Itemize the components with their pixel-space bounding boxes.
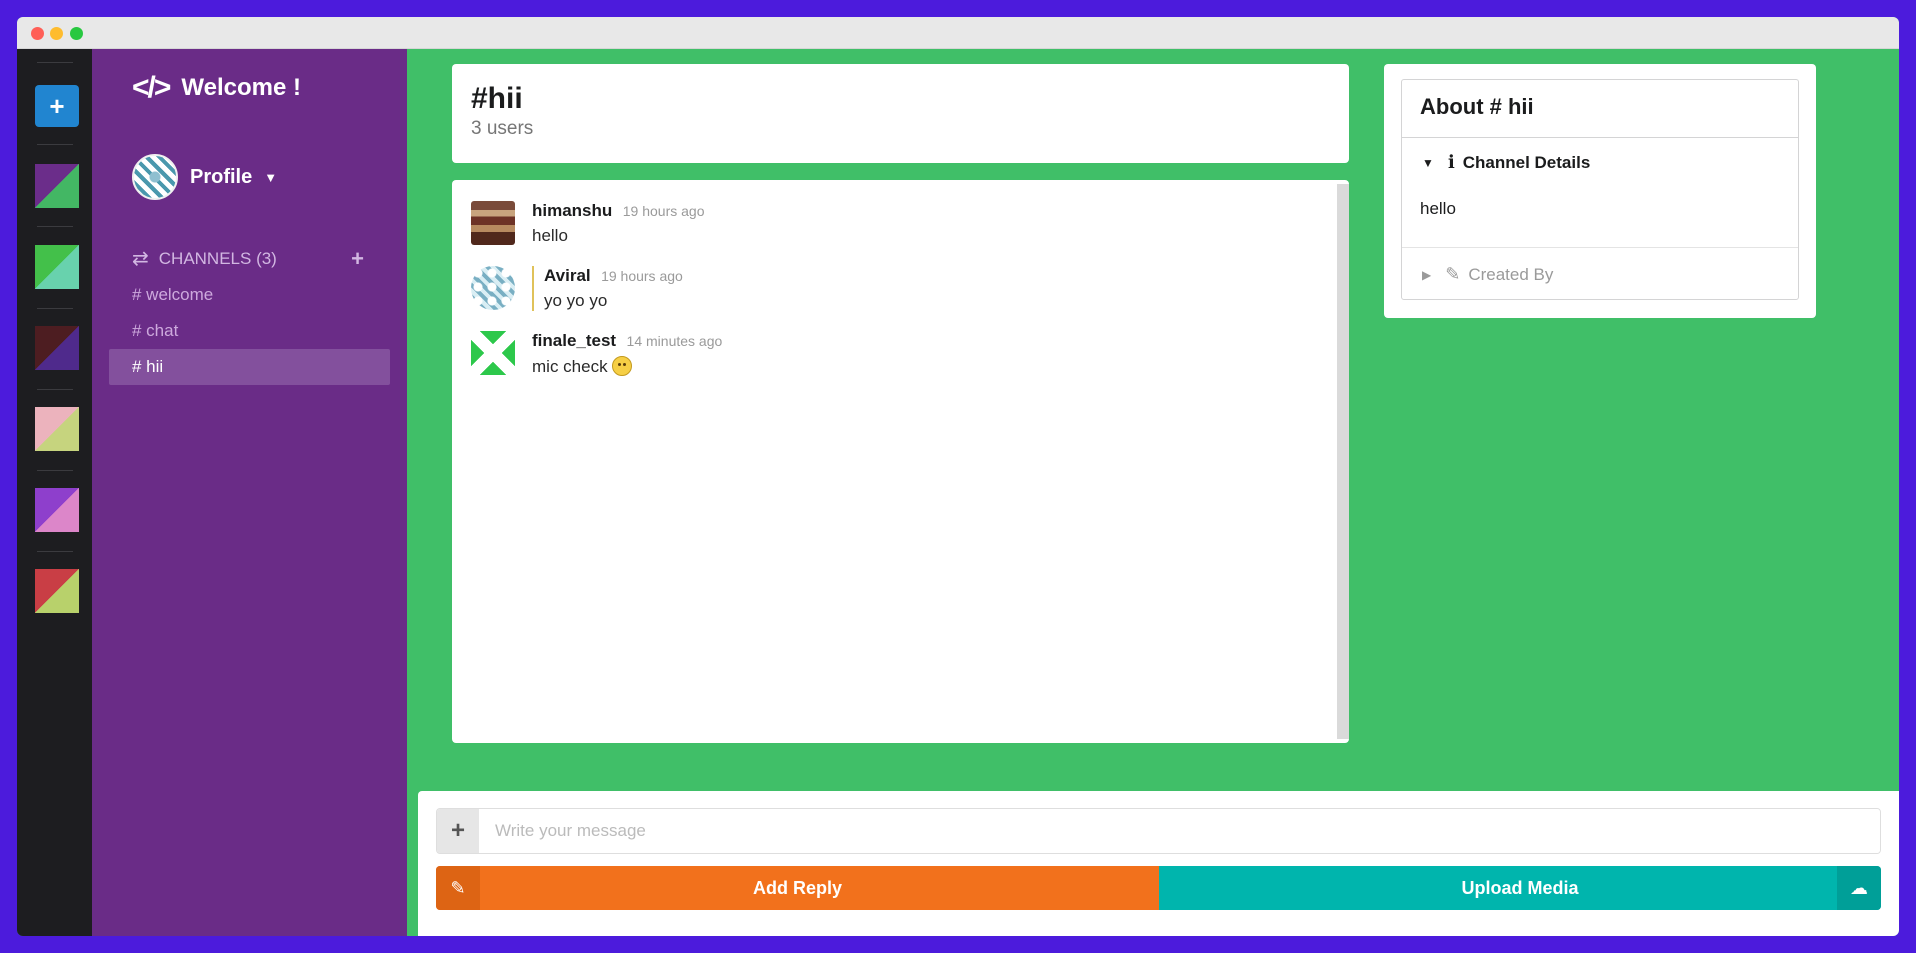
- message-item: Aviral 19 hours ago yo yo yo: [471, 266, 683, 311]
- channel-item-welcome[interactable]: # welcome: [109, 277, 390, 313]
- message-input[interactable]: [479, 809, 1880, 853]
- maximize-window-button[interactable]: [70, 27, 83, 40]
- message-body: himanshu 19 hours ago hello: [532, 201, 704, 246]
- title-bar: [17, 17, 1899, 49]
- message-text: hello: [532, 226, 568, 245]
- caret-down-icon: ▼: [264, 169, 278, 185]
- channel-item-hii[interactable]: # hii: [109, 349, 390, 385]
- divider: [37, 144, 73, 145]
- exchange-icon: ⇄: [132, 248, 149, 270]
- color-swatch[interactable]: [35, 407, 79, 451]
- pencil-icon: ✎: [1445, 264, 1461, 284]
- add-color-button[interactable]: +: [35, 85, 79, 127]
- edit-icon: ✎: [436, 866, 480, 910]
- message-text-row: mic check: [532, 356, 722, 377]
- message-body: Aviral 19 hours ago yo yo yo: [532, 266, 683, 311]
- channel-details-label: Channel Details: [1462, 152, 1591, 172]
- divider: [37, 551, 73, 552]
- message-timestamp: 19 hours ago: [622, 203, 705, 219]
- message-author: himanshu: [532, 201, 613, 220]
- caret-down-icon: ▼: [1422, 155, 1434, 170]
- sidebar: </> Welcome ! Profile ▼ ⇄ CHANNELS (3) +…: [92, 49, 407, 936]
- upload-media-button[interactable]: Upload Media ☁: [1159, 866, 1881, 910]
- channel-details-toggle[interactable]: ▼ ℹ Channel Details: [1422, 152, 1590, 173]
- divider: [37, 226, 73, 227]
- message-text: yo yo yo: [544, 291, 608, 310]
- color-swatch[interactable]: [35, 245, 79, 289]
- message-timestamp: 14 minutes ago: [626, 333, 723, 349]
- minimize-window-button[interactable]: [50, 27, 63, 40]
- created-by-toggle[interactable]: ▶ ✎ Created By: [1422, 264, 1553, 285]
- app-window: + </> Welcome ! Profile ▼ ⇄ CHANNELS (3)…: [17, 17, 1899, 936]
- info-icon: ℹ: [1447, 152, 1455, 172]
- channel-user-count: 3 users: [471, 118, 534, 139]
- channel-header: #hii 3 users: [452, 64, 1349, 163]
- divider: [37, 62, 73, 63]
- brand-title: Welcome !: [181, 74, 301, 101]
- created-by-label: Created By: [1468, 264, 1554, 284]
- channel-item-chat[interactable]: # chat: [109, 313, 390, 349]
- message-item: himanshu 19 hours ago hello: [471, 201, 704, 246]
- caret-right-icon: ▶: [1422, 267, 1432, 282]
- add-reply-button[interactable]: ✎ Add Reply: [436, 866, 1159, 910]
- color-swatch[interactable]: [35, 488, 79, 532]
- message-item: finale_test 14 minutes ago mic check: [471, 331, 722, 377]
- add-attachment-button[interactable]: +: [437, 809, 479, 853]
- message-composer: + ✎ Add Reply Upload Media ☁: [418, 791, 1899, 936]
- upload-media-label: Upload Media: [1461, 878, 1579, 898]
- avatar: [471, 266, 515, 310]
- channel-accordion: ▼ ℹ Channel Details hello ▶ ✎ Created By: [1401, 137, 1799, 300]
- divider: [37, 470, 73, 471]
- add-reply-label: Add Reply: [752, 878, 842, 898]
- message-author: finale_test: [532, 331, 617, 350]
- channels-heading-label: CHANNELS (3): [158, 248, 277, 268]
- brand-header: </> Welcome !: [132, 71, 301, 105]
- color-swatch[interactable]: [35, 164, 79, 208]
- color-panel: +: [17, 49, 92, 936]
- message-timestamp: 19 hours ago: [601, 268, 683, 284]
- cloud-upload-icon: ☁: [1837, 866, 1881, 910]
- message-list: himanshu 19 hours ago hello Aviral 19 ho…: [452, 180, 1349, 743]
- divider: [1402, 247, 1798, 248]
- close-window-button[interactable]: [31, 27, 44, 40]
- about-panel: About # hii ▼ ℹ Channel Details hello ▶ …: [1384, 64, 1816, 318]
- divider: [37, 389, 73, 390]
- color-swatch[interactable]: [35, 569, 79, 613]
- scrollbar[interactable]: [1337, 184, 1349, 739]
- message-author: Aviral: [544, 266, 591, 285]
- avatar: [471, 331, 515, 375]
- message-text: mic check: [532, 357, 608, 376]
- code-icon: </>: [132, 71, 171, 104]
- color-swatch[interactable]: [35, 326, 79, 370]
- channel-title: #hii: [471, 82, 523, 115]
- add-channel-icon[interactable]: +: [351, 246, 364, 272]
- profile-label: Profile: [190, 165, 253, 188]
- channel-details-text: hello: [1420, 199, 1456, 218]
- neutral-face-emoji-icon: [612, 356, 633, 376]
- message-input-group: +: [436, 808, 1881, 854]
- avatar: [132, 154, 178, 200]
- channels-heading: ⇄ CHANNELS (3) +: [132, 246, 364, 271]
- message-body: finale_test 14 minutes ago mic check: [532, 331, 722, 377]
- divider: [37, 308, 73, 309]
- about-title: About # hii: [1401, 79, 1799, 137]
- profile-dropdown[interactable]: Profile ▼: [132, 154, 277, 200]
- avatar: [471, 201, 515, 245]
